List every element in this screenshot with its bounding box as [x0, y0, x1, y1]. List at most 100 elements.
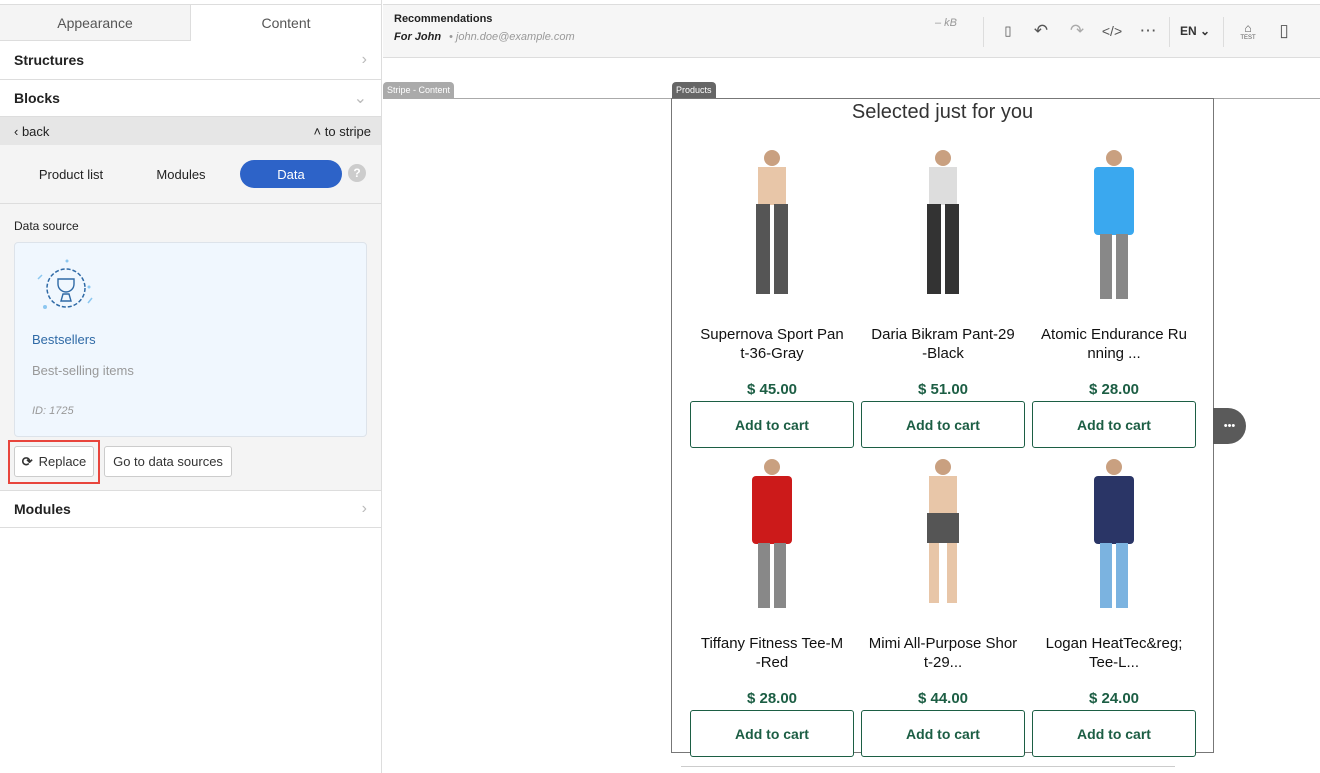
editor-header: Recommendations For John • john.doe@exam…: [383, 4, 1320, 58]
product-name: Supernova Sport Pan t-36-Gray: [690, 325, 854, 365]
product-name-line: Atomic Endurance Ru: [1041, 326, 1187, 343]
data-source-id: ID: 1725: [32, 405, 74, 417]
trophy-badge-icon: [37, 259, 93, 309]
product-name-line: Daria Bikram Pant-29: [871, 326, 1015, 343]
email-size: – kB: [935, 17, 958, 29]
stripe-label[interactable]: Stripe - Content: [383, 82, 455, 98]
product-photo: [756, 150, 788, 294]
test-send-icon[interactable]: ⌂ TEST: [1236, 19, 1260, 43]
mobile-preview-icon[interactable]: ▯: [1272, 19, 1296, 43]
modules-section[interactable]: Modules ›: [0, 490, 381, 528]
product-image[interactable]: [861, 149, 1025, 301]
product-photo: [1094, 150, 1134, 299]
data-source-title: Bestsellers: [32, 332, 96, 347]
add-to-cart-button[interactable]: Add to cart: [861, 401, 1025, 448]
subtab-data[interactable]: Data: [240, 160, 342, 188]
replace-label: Replace: [38, 454, 87, 469]
blocks-section[interactable]: Blocks ⌄: [0, 80, 381, 117]
add-to-cart-button[interactable]: Add to cart: [861, 710, 1025, 757]
product-card: Logan HeatTec&reg; Tee-L... $ 24.00 Add t…: [1032, 458, 1196, 757]
product-name-line: Logan HeatTec&reg;: [1045, 635, 1183, 652]
language-select[interactable]: EN ⌄: [1178, 19, 1212, 43]
to-stripe-label: to stripe: [324, 123, 371, 139]
data-source-description: Best-selling items: [32, 363, 134, 378]
product-card: Tiffany Fitness Tee-M -Red $ 28.00 Add to…: [690, 458, 854, 757]
recipient-email-text: john.doe@example.com: [455, 31, 575, 43]
product-price: $ 44.00: [917, 690, 969, 707]
language-value: EN: [1179, 24, 1197, 38]
product-price: $ 51.00: [917, 381, 969, 398]
panel-tabs: Appearance Content: [0, 4, 381, 41]
product-name-line: Supernova Sport Pan: [700, 326, 844, 343]
modules-label: Modules: [14, 501, 71, 517]
product-image[interactable]: [690, 458, 854, 610]
product-image[interactable]: [1032, 149, 1196, 301]
product-photo: [927, 150, 959, 294]
product-name: Logan HeatTec&reg; Tee-L...: [1032, 634, 1196, 674]
product-name-line: nning ...: [1087, 345, 1141, 362]
chevron-left-icon: ‹: [14, 123, 22, 139]
subtab-modules[interactable]: Modules: [140, 160, 222, 188]
replace-button[interactable]: ⟳ Replace: [14, 446, 94, 477]
data-source-label: Data source: [14, 219, 79, 233]
product-card: Atomic Endurance Ru nning ... $ 28.00 Add…: [1032, 149, 1196, 448]
product-image[interactable]: [1032, 458, 1196, 610]
product-price: $ 24.00: [1088, 690, 1140, 707]
redo-icon[interactable]: ↷: [1065, 19, 1089, 43]
help-icon[interactable]: ?: [348, 164, 366, 182]
to-stripe-link[interactable]: ˄ to stripe: [314, 124, 371, 139]
recipient-name: For John: [394, 31, 442, 43]
chevron-down-icon: ⌄: [353, 90, 367, 107]
data-source-card[interactable]: Bestsellers Best-selling items ID: 1725: [14, 242, 367, 437]
product-price: $ 28.00: [1088, 381, 1140, 398]
chevron-right-icon: ›: [361, 500, 367, 517]
product-card: Supernova Sport Pan t-36-Gray $ 45.00 Add…: [690, 149, 854, 448]
product-photo: [1094, 459, 1134, 608]
structures-section[interactable]: Structures ›: [0, 41, 381, 80]
product-name-line: Tee-L...: [1088, 654, 1140, 671]
block-more-button[interactable]: •••: [1213, 408, 1246, 444]
envelope-icon: ⌂: [1244, 21, 1252, 35]
code-icon[interactable]: </>: [1100, 19, 1124, 43]
tab-appearance[interactable]: Appearance: [0, 5, 191, 41]
blocks-label: Blocks: [14, 90, 60, 106]
product-image[interactable]: [690, 149, 854, 301]
recipient-email: • john.doe@example.com: [449, 31, 575, 43]
document-icon[interactable]: ▯: [996, 19, 1020, 43]
product-name: Daria Bikram Pant-29 -Black: [861, 325, 1025, 365]
go-to-data-sources-button[interactable]: Go to data sources: [104, 446, 232, 477]
product-image[interactable]: [861, 458, 1025, 610]
add-to-cart-button[interactable]: Add to cart: [690, 401, 854, 448]
product-price: $ 45.00: [746, 381, 798, 398]
block-subtabs: Product list Modules Data ?: [0, 160, 381, 188]
product-card: Daria Bikram Pant-29 -Black $ 51.00 Add t…: [861, 149, 1025, 448]
tab-content[interactable]: Content: [191, 5, 381, 41]
chevron-up-icon: ˄: [313, 123, 325, 139]
back-link[interactable]: ‹ back: [14, 124, 49, 139]
product-price: $ 28.00: [746, 690, 798, 707]
add-to-cart-button[interactable]: Add to cart: [690, 710, 854, 757]
subtab-product-list[interactable]: Product list: [30, 160, 112, 188]
undo-icon[interactable]: ↶: [1029, 19, 1053, 43]
add-to-cart-button[interactable]: Add to cart: [1032, 710, 1196, 757]
product-name-line: Tiffany Fitness Tee-M: [700, 635, 844, 652]
product-photo: [752, 459, 792, 608]
products-label[interactable]: Products: [672, 82, 716, 98]
email-title: Recommendations: [394, 13, 493, 25]
test-label: TEST: [1240, 35, 1256, 41]
product-name-line: t-36-Gray: [740, 345, 804, 362]
add-to-cart-button[interactable]: Add to cart: [1032, 401, 1196, 448]
back-label: back: [21, 123, 50, 139]
product-photo: [927, 459, 959, 603]
product-name: Tiffany Fitness Tee-M -Red: [690, 634, 854, 674]
structures-label: Structures: [14, 52, 85, 68]
settings-panel: Appearance Content Structures › Blocks ⌄ ‹…: [0, 0, 382, 773]
chevron-right-icon: ›: [361, 51, 367, 68]
product-name-line: -Black: [922, 345, 964, 362]
nav-bar: ‹ back ˄ to stripe: [0, 117, 381, 145]
product-name: Atomic Endurance Ru nning ...: [1032, 325, 1196, 365]
refresh-icon: ⟳: [21, 453, 33, 469]
more-icon[interactable]: ⋯: [1136, 19, 1160, 43]
products-block[interactable]: Selected just for you Supernova Sport Pa…: [671, 98, 1214, 757]
product-name-line: -Red: [755, 654, 789, 671]
